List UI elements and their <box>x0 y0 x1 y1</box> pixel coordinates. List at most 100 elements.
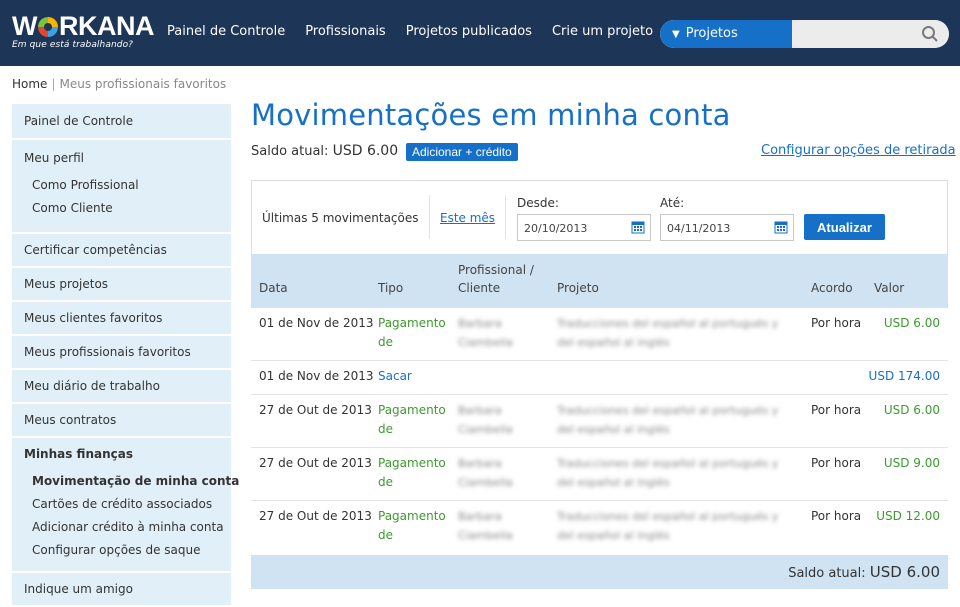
add-credit-button[interactable]: Adicionar + crédito <box>406 143 518 161</box>
col-header-cliente: Cliente <box>458 281 501 295</box>
search-category-label: Projetos <box>685 26 738 41</box>
sidebar-item-certificar[interactable]: Certificar competências <box>24 235 219 266</box>
row-prof-line2: Ciambella <box>458 336 513 349</box>
balance-summary: Saldo atual: USD 6.00 <box>251 143 398 159</box>
sidebar-item-indique[interactable]: Indique um amigo <box>24 574 219 605</box>
sidebar-item-perfil[interactable]: Meu perfil <box>24 143 219 174</box>
sidebar-sub-como-cliente[interactable]: Como Cliente <box>24 197 219 220</box>
row-projeto: Traducciones del español al portugués y d… <box>557 401 778 439</box>
row-valor: USD 9.00 <box>883 456 940 470</box>
row-tipo-line1: Pagamento <box>378 456 446 470</box>
row-projeto: Traducciones del español al portugués y d… <box>557 314 778 352</box>
breadcrumb-home[interactable]: Home <box>12 77 47 91</box>
sidebar-sub-adicionar-credito[interactable]: Adicionar crédito à minha conta <box>24 516 224 539</box>
row-valor: USD 6.00 <box>883 403 940 417</box>
row-proj-line1: Traducciones del español al portugués y <box>557 510 779 523</box>
search-bar: ▼ Projetos <box>660 20 949 48</box>
sidebar-item-financas[interactable]: Minhas finanças <box>24 439 219 470</box>
row-tipo[interactable]: Pagamento de <box>378 507 446 545</box>
configure-withdrawal-link[interactable]: Configurar opções de retirada <box>761 143 956 158</box>
caret-down-icon: ▼ <box>672 29 680 40</box>
search-category-dropdown[interactable]: ▼ Projetos <box>660 20 792 48</box>
row-valor: USD 12.00 <box>876 509 940 523</box>
row-acordo: Por hora <box>811 509 862 523</box>
table-row: 27 de Out de 2013 Pagamento de Barbara Cia… <box>251 395 948 448</box>
row-proj-line2: del español al inglés <box>557 336 670 349</box>
col-header-profissional: Profissional / <box>458 263 534 277</box>
balance-amount: USD 6.00 <box>332 143 399 159</box>
sidebar-item-diario[interactable]: Meu diário de trabalho <box>24 371 219 402</box>
row-tipo-line2: de <box>378 528 393 542</box>
breadcrumb-separator: | <box>51 77 56 91</box>
workana-logo[interactable]: W RKANA Em que está trabalhando? <box>12 11 154 51</box>
row-proj-line1: Traducciones del español al portugués y <box>557 404 779 417</box>
sidebar-block-painel: Painel de Controle <box>12 104 231 140</box>
sidebar-block-financas: Minhas finanças Movimentação de minha co… <box>12 438 239 573</box>
filter-last-movements[interactable]: Últimas 5 movimentações <box>262 211 419 225</box>
row-prof-line1: Barbara <box>458 404 502 417</box>
row-valor: USD 174.00 <box>868 369 940 383</box>
row-tipo[interactable]: Pagamento de <box>378 401 446 439</box>
row-prof-line1: Barbara <box>458 317 502 330</box>
logo-wordmark: W RKANA <box>12 11 154 41</box>
sidebar-block-projetos: Meus projetos <box>12 268 231 302</box>
sidebar-sub-configurar-saque[interactable]: Configurar opções de saque <box>24 539 219 562</box>
row-tipo[interactable]: Sacar <box>378 367 412 386</box>
sidebar-item-meus-projetos[interactable]: Meus projetos <box>24 269 219 300</box>
sidebar-sub-movimentacao[interactable]: Movimentação de minha conta <box>24 470 239 493</box>
row-acordo: Por hora <box>811 316 862 330</box>
sidebar-sub-cartoes[interactable]: Cartões de crédito associados <box>24 493 219 516</box>
page-title: Movimentações em minha conta <box>251 98 731 132</box>
row-prof-line2: Ciambella <box>458 476 513 489</box>
sidebar-item-clientes-favoritos[interactable]: Meus clientes favoritos <box>24 303 219 334</box>
footer-balance-amount: USD 6.00 <box>869 563 940 581</box>
search-icon[interactable] <box>921 25 939 43</box>
calendar-icon[interactable] <box>774 220 788 234</box>
row-proj-line1: Traducciones del español al portugués y <box>557 457 779 470</box>
nav-crie-um-projeto[interactable]: Crie um projeto <box>552 24 653 39</box>
row-acordo: Por hora <box>811 456 862 470</box>
footer-balance: Saldo atual: USD 6.00 <box>788 563 940 581</box>
nav-profissionais[interactable]: Profissionais <box>305 24 386 39</box>
sidebar-item-profissionais-favoritos[interactable]: Meus profissionais favoritos <box>24 337 219 368</box>
filter-this-month-link[interactable]: Este mês <box>440 211 495 225</box>
row-projeto: Traducciones del español al portugués y d… <box>557 454 778 492</box>
row-date: 27 de Out de 2013 <box>259 403 372 417</box>
row-proj-line2: del español al inglés <box>557 529 670 542</box>
row-prof-line1: Barbara <box>458 510 502 523</box>
col-header-tipo: Tipo <box>378 281 404 295</box>
logo-tagline: Em que está trabalhando? <box>12 40 134 50</box>
sidebar-sub-como-profissional[interactable]: Como Profissional <box>24 174 219 197</box>
footer-balance-label: Saldo atual: <box>788 566 866 581</box>
nav-projetos-publicados[interactable]: Projetos publicados <box>406 24 532 39</box>
sidebar-block-perfil: Meu perfil Como Profissional Como Client… <box>12 140 231 234</box>
sidebar-item-painel[interactable]: Painel de Controle <box>24 106 219 137</box>
row-proj-line1: Traducciones del español al portugués y <box>557 317 779 330</box>
row-tipo-line1: Pagamento <box>378 403 446 417</box>
row-tipo[interactable]: Pagamento de <box>378 314 446 352</box>
row-tipo-line2: de <box>378 475 393 489</box>
row-date: 01 de Nov de 2013 <box>259 369 374 383</box>
row-tipo-line1: Pagamento <box>378 509 446 523</box>
sidebar-block-indique: Indique um amigo <box>12 573 231 607</box>
row-proj-line2: del español al inglés <box>557 423 670 436</box>
to-label: Até: <box>660 196 685 210</box>
row-proj-line2: del español al inglés <box>557 476 670 489</box>
from-label: Desde: <box>517 196 559 210</box>
breadcrumb-current: Meus profissionais favoritos <box>59 77 227 91</box>
row-tipo-line2: de <box>378 422 393 436</box>
calendar-icon[interactable] <box>631 220 645 234</box>
sidebar-block-profissionais: Meus profissionais favoritos <box>12 336 231 370</box>
filter-divider <box>505 195 506 239</box>
row-prof-line2: Ciambella <box>458 423 513 436</box>
nav-painel-de-controle[interactable]: Painel de Controle <box>167 24 285 39</box>
table-header: Data Tipo Profissional / Cliente Projeto… <box>251 254 948 308</box>
to-date-field[interactable]: 04/11/2013 <box>660 214 794 241</box>
table-row: 01 de Nov de 2013 Pagamento de Barbara Cia… <box>251 308 948 361</box>
update-button[interactable]: Atualizar <box>804 214 885 240</box>
top-navbar: W RKANA Em que está trabalhando? Painel d… <box>0 0 960 66</box>
sidebar-item-contratos[interactable]: Meus contratos <box>24 405 219 436</box>
row-projeto: Traducciones del español al portugués y d… <box>557 507 778 545</box>
from-date-field[interactable]: 20/10/2013 <box>517 214 651 241</box>
row-tipo[interactable]: Pagamento de <box>378 454 446 492</box>
